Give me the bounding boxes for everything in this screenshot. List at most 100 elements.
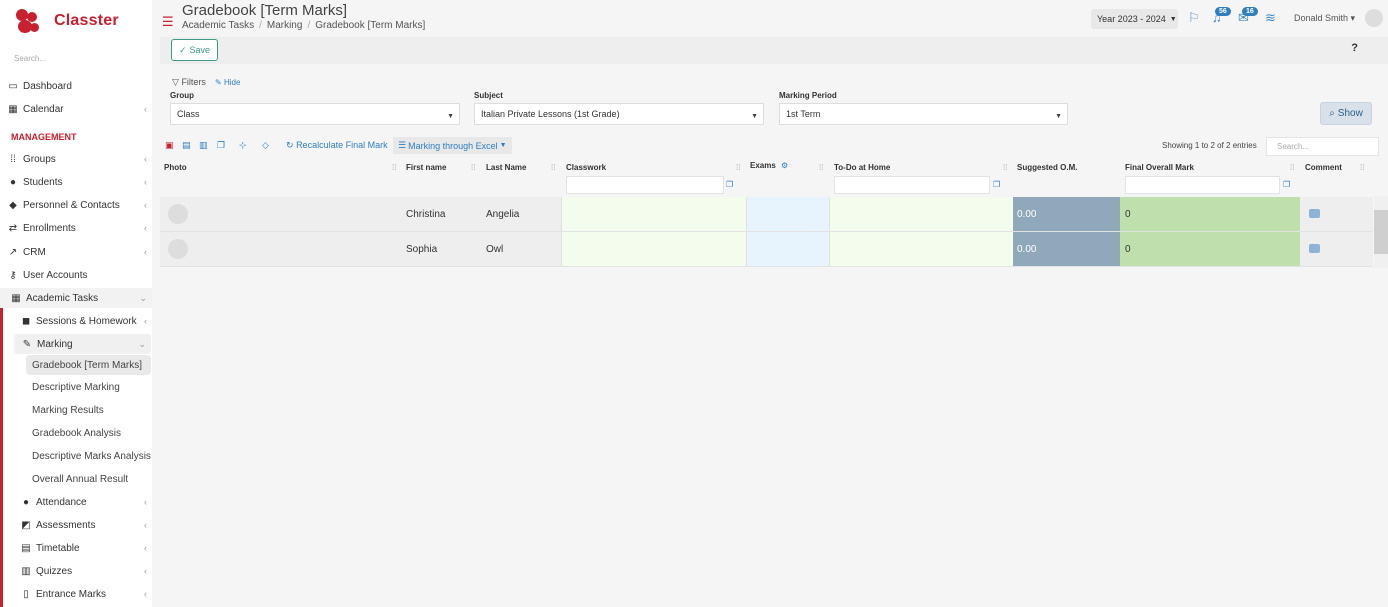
chevron-down-icon: ⌄ bbox=[138, 338, 146, 349]
resize-handle[interactable]: ⁞⁞ bbox=[736, 163, 740, 172]
filters-toggle[interactable]: ▽ Filters bbox=[172, 77, 206, 88]
key-icon: ⚷ bbox=[9, 269, 17, 281]
comment-icon[interactable] bbox=[1309, 244, 1320, 253]
marking-through-excel-dropdown[interactable]: ☰ Marking through Excel ▼ bbox=[393, 137, 512, 154]
exams-cell[interactable] bbox=[746, 197, 829, 231]
resize-handle[interactable]: ⁞⁞ bbox=[1290, 163, 1294, 172]
search-icon: ⌕ bbox=[1329, 108, 1335, 119]
save-button[interactable]: ✓ Save bbox=[171, 39, 218, 61]
user-avatar[interactable] bbox=[1365, 9, 1383, 27]
resize-handle[interactable]: ⁞⁞ bbox=[392, 163, 396, 172]
breadcrumb-item[interactable]: Marking bbox=[267, 20, 303, 31]
eraser-icon[interactable]: ◇ bbox=[262, 140, 269, 151]
column-header-classwork[interactable]: Classwork bbox=[566, 163, 606, 172]
caret-down-icon: ▼ bbox=[447, 113, 454, 120]
column-header-last-name[interactable]: Last Name bbox=[486, 163, 526, 172]
hide-filters-link[interactable]: ✎ Hide bbox=[215, 78, 240, 87]
sidebar-search-input[interactable]: Search... bbox=[14, 54, 144, 63]
todo-cell[interactable] bbox=[829, 197, 1013, 231]
brand-name: Classter bbox=[54, 12, 119, 29]
sidebar-item-calendar[interactable]: ▦ Calendar ‹ bbox=[0, 99, 152, 119]
grid-search-input[interactable]: Search... bbox=[1266, 137, 1379, 156]
sidebar-item-entrance-marks[interactable]: ▯ Entrance Marks ‹ bbox=[13, 584, 152, 604]
column-header-final-overall-mark[interactable]: Final Overall Mark bbox=[1125, 163, 1194, 172]
todo-cell[interactable] bbox=[829, 232, 1013, 266]
comment-icon[interactable] bbox=[1309, 209, 1320, 218]
column-header-comment[interactable]: Comment bbox=[1305, 163, 1342, 172]
sidebar-subitem-descriptive-marks-analysis[interactable]: Descriptive Marks Analysis bbox=[26, 446, 151, 466]
scrollbar-thumb[interactable] bbox=[1374, 210, 1388, 254]
gear-icon[interactable]: ⚙ bbox=[781, 161, 788, 170]
exams-cell[interactable] bbox=[746, 232, 829, 266]
breadcrumb-item[interactable]: Academic Tasks bbox=[182, 20, 254, 31]
flag-icon[interactable]: ⚐ bbox=[1188, 10, 1200, 26]
pencil-icon: ✎ bbox=[215, 78, 222, 87]
sidebar-item-dashboard[interactable]: ▭ Dashboard bbox=[0, 76, 152, 96]
marking-period-select[interactable]: 1st Term ▼ bbox=[779, 103, 1068, 125]
sidebar-item-students[interactable]: ● Students ‹ bbox=[0, 172, 152, 192]
sidebar-item-marking[interactable]: ✎ Marking ⌄ bbox=[14, 334, 151, 354]
help-button[interactable]: ? bbox=[1351, 42, 1358, 54]
layers-icon[interactable]: ≋ bbox=[1265, 10, 1276, 26]
copy-column-icon[interactable]: ❐ bbox=[726, 180, 733, 189]
user-menu[interactable]: Donald Smith ▾ bbox=[1294, 13, 1355, 24]
final-mark-filter-input[interactable] bbox=[1125, 176, 1280, 194]
chevron-left-icon: ‹ bbox=[144, 497, 147, 507]
sidebar-subitem-gradebook[interactable]: Gradebook [Term Marks] bbox=[26, 355, 151, 375]
sidebar-item-crm[interactable]: ↗ CRM ‹ bbox=[0, 242, 152, 262]
first-name-cell: Christina bbox=[406, 208, 446, 220]
resize-handle[interactable]: ⁞⁞ bbox=[471, 163, 475, 172]
copy-column-icon[interactable]: ❐ bbox=[1283, 180, 1290, 189]
group-select[interactable]: Class ▼ bbox=[170, 103, 460, 125]
column-header-first-name[interactable]: First name bbox=[406, 163, 446, 172]
suggested-om-cell: 0.00 bbox=[1013, 232, 1120, 266]
sidebar-item-enrollments[interactable]: ⇄ Enrollments ‹ bbox=[0, 218, 152, 238]
export-pdf-icon[interactable]: ▣ bbox=[165, 140, 174, 151]
copy-column-icon[interactable]: ❐ bbox=[993, 180, 1000, 189]
column-header-todo-at-home[interactable]: To-Do at Home bbox=[834, 163, 890, 172]
resize-handle[interactable]: ⁞⁞ bbox=[819, 163, 823, 172]
sidebar-subitem-descriptive-marking[interactable]: Descriptive Marking bbox=[26, 377, 151, 397]
final-mark-cell[interactable]: 0 bbox=[1120, 197, 1300, 231]
classwork-cell[interactable] bbox=[561, 197, 746, 231]
sidebar-item-attendance[interactable]: ● Attendance ‹ bbox=[13, 492, 152, 512]
column-header-photo[interactable]: Photo bbox=[164, 163, 187, 172]
enrollments-icon: ⇄ bbox=[8, 222, 18, 234]
export-excel-icon[interactable]: ▥ bbox=[199, 140, 208, 151]
column-header-exams[interactable]: Exams ⚙ bbox=[750, 161, 788, 170]
classwork-filter-input[interactable] bbox=[566, 176, 724, 194]
sidebar-item-sessions-homework[interactable]: ◼ Sessions & Homework ‹ bbox=[13, 311, 152, 331]
todo-filter-input[interactable] bbox=[834, 176, 990, 194]
column-header-suggested-om[interactable]: Suggested O.M. bbox=[1017, 163, 1077, 172]
resize-handle[interactable]: ⁞⁞ bbox=[551, 163, 555, 172]
caret-down-icon: ▼ bbox=[499, 142, 507, 149]
copy-icon[interactable]: ❐ bbox=[217, 140, 225, 151]
sidebar-item-quizzes[interactable]: ▥ Quizzes ‹ bbox=[13, 561, 152, 581]
sidebar-subitem-gradebook-analysis[interactable]: Gradebook Analysis bbox=[26, 423, 151, 443]
subject-select[interactable]: Italian Private Lessons (1st Grade) ▼ bbox=[474, 103, 764, 125]
final-mark-cell[interactable]: 0 bbox=[1120, 232, 1300, 266]
sidebar-item-user-accounts[interactable]: ⚷ User Accounts bbox=[0, 265, 152, 285]
show-button[interactable]: ⌕ Show bbox=[1320, 102, 1372, 125]
sidebar-subitem-marking-results[interactable]: Marking Results bbox=[26, 400, 151, 420]
sidebar-item-academic-tasks[interactable]: ▦ Academic Tasks ⌄ bbox=[0, 288, 152, 308]
resize-handle[interactable]: ⁞⁞ bbox=[1003, 163, 1007, 172]
hamburger-menu-icon[interactable]: ☰ bbox=[162, 14, 174, 30]
sidebar-item-personnel[interactable]: ◆ Personnel & Contacts ‹ bbox=[0, 195, 152, 215]
sidebar-item-groups[interactable]: ⁞⁞ Groups ‹ bbox=[0, 149, 152, 169]
resize-handle[interactable]: ⁞⁞ bbox=[1360, 163, 1364, 172]
year-select[interactable]: Year 2023 - 2024 ▼ bbox=[1091, 9, 1178, 29]
export-csv-icon[interactable]: ▤ bbox=[182, 140, 191, 151]
active-section-indicator bbox=[0, 288, 3, 607]
sidebar-item-assessments[interactable]: ◩ Assessments ‹ bbox=[13, 515, 152, 535]
sidebar-subitem-overall-annual-result[interactable]: Overall Annual Result bbox=[26, 469, 151, 489]
brand[interactable]: Classter bbox=[14, 6, 119, 36]
columns-icon[interactable]: ⊹ bbox=[239, 140, 247, 151]
sidebar-item-timetable[interactable]: ▤ Timetable ‹ bbox=[13, 538, 152, 558]
table-row: Christina Angelia 0.00 0 bbox=[160, 197, 1373, 232]
classter-logo-icon bbox=[14, 7, 42, 35]
classwork-cell[interactable] bbox=[561, 232, 746, 266]
recalculate-final-mark-button[interactable]: ↻ Recalculate Final Mark bbox=[286, 140, 388, 151]
first-name-cell: Sophia bbox=[406, 243, 438, 255]
quizzes-icon: ▥ bbox=[21, 565, 31, 577]
